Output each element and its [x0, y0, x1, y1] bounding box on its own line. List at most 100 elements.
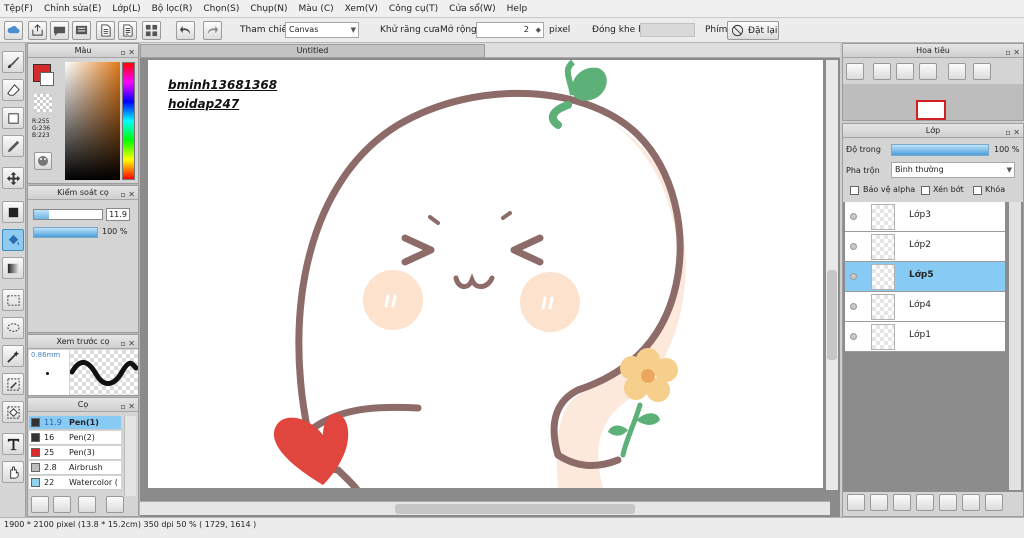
vertical-scrollbar[interactable] — [826, 60, 838, 490]
fill-rect-tool-icon[interactable] — [2, 201, 24, 223]
pen-tool-icon[interactable] — [2, 135, 24, 157]
menu-filter[interactable]: Bộ lọc(R) — [152, 4, 193, 14]
zoom-fit-icon[interactable] — [846, 63, 864, 80]
layer-opacity-slider[interactable] — [891, 144, 989, 156]
document-icon[interactable] — [96, 21, 115, 40]
delete-layer-icon[interactable] — [985, 494, 1003, 511]
hand-tool-icon[interactable] — [2, 461, 24, 483]
rect-select-tool-icon[interactable] — [2, 289, 24, 311]
zoom-out-icon[interactable] — [919, 63, 937, 80]
brush-size-slider[interactable] — [33, 209, 103, 220]
menu-bar: Tệp(F) Chỉnh sửa(E) Lớp(L) Bộ lọc(R) Chọ… — [0, 0, 1024, 18]
new-brush-icon[interactable] — [53, 496, 71, 513]
layer-row[interactable]: Lớp3 — [845, 202, 1005, 232]
saturation-value-picker[interactable] — [65, 62, 120, 180]
eraser-tool-icon[interactable] — [2, 79, 24, 101]
move-tool-icon[interactable] — [2, 167, 24, 189]
zoom-in-icon[interactable] — [873, 63, 891, 80]
palette-icon[interactable] — [34, 152, 52, 170]
flip-icon[interactable] — [973, 63, 991, 80]
document-tab[interactable]: Untitled — [140, 44, 485, 58]
layer-opacity-value: 100 % — [994, 145, 1020, 154]
hue-slider[interactable] — [122, 62, 135, 180]
speech-bubble-icon[interactable] — [50, 21, 69, 40]
reference-select[interactable]: Canvas ▼ — [285, 22, 359, 38]
brush-settings-icon[interactable] — [31, 496, 49, 513]
cloud-icon[interactable] — [4, 21, 23, 40]
expand-input[interactable]: 2 ◆ — [476, 22, 544, 38]
brush-opacity-value: 100 % — [102, 227, 128, 236]
copy-layer-icon[interactable] — [962, 494, 980, 511]
protect-alpha-checkbox[interactable] — [850, 186, 859, 195]
antialias-label: Khử răng cưa — [380, 25, 440, 35]
actual-size-icon[interactable] — [896, 63, 914, 80]
rotate-icon[interactable] — [948, 63, 966, 80]
brush-list-title: Cọ ▫ ✕ — [28, 398, 138, 412]
status-bar: 1900 * 2100 pixel (13.8 * 15.2cm) 350 dp… — [0, 517, 1024, 538]
new-vector-layer-icon[interactable] — [870, 494, 888, 511]
brush-tool-icon[interactable] — [2, 51, 24, 73]
transparent-swatch[interactable] — [34, 94, 52, 112]
magic-wand-tool-icon[interactable] — [2, 345, 24, 367]
comment-icon[interactable] — [72, 21, 91, 40]
menu-window[interactable]: Cửa sổ(W) — [449, 4, 495, 14]
menu-file[interactable]: Tệp(F) — [4, 4, 33, 14]
new-layer-icon[interactable] — [847, 494, 865, 511]
layer-list-scrollbar[interactable] — [1009, 202, 1021, 490]
brush-item[interactable]: 22 Watercolor ( — [29, 476, 121, 490]
layer-row[interactable]: Lớp1 — [845, 322, 1005, 352]
lock-checkbox[interactable] — [973, 186, 982, 195]
lasso-tool-icon[interactable] — [2, 317, 24, 339]
menu-select[interactable]: Chọn(S) — [203, 4, 239, 14]
clip-checkbox[interactable] — [921, 186, 930, 195]
eye-icon — [850, 273, 857, 280]
brush-delete-icon[interactable] — [106, 496, 124, 513]
layer-row[interactable]: Lớp2 — [845, 232, 1005, 262]
share-icon[interactable] — [28, 21, 47, 40]
drawing-canvas[interactable]: bminh13681368 hoidap247 — [148, 60, 823, 488]
horizontal-scrollbar[interactable] — [140, 501, 830, 515]
brush-menu-icon[interactable] — [78, 496, 96, 513]
blend-mode-select[interactable]: Bình thường ▼ — [891, 162, 1015, 178]
brush-preview-panel: Xem trước cọ ▫ ✕ 0.86mm — [27, 334, 139, 396]
select-pen-tool-icon[interactable] — [2, 373, 24, 395]
layer-thumbnail — [871, 264, 895, 290]
brush-item[interactable]: 25 Pen(3) — [29, 446, 121, 460]
menu-capture[interactable]: Chụp(N) — [250, 4, 287, 14]
menu-help[interactable]: Help — [507, 4, 528, 14]
reset-button[interactable]: Đặt lại — [727, 21, 779, 40]
menu-edit[interactable]: Chỉnh sửa(E) — [44, 4, 101, 14]
layer-row[interactable]: Lớp4 — [845, 292, 1005, 322]
layer-mask-icon[interactable] — [916, 494, 934, 511]
menu-color[interactable]: Màu (C) — [299, 4, 334, 14]
gap-slider[interactable] — [640, 23, 695, 37]
navigator-title: Hoa tiêu ▫ ✕ — [843, 44, 1023, 58]
secondary-color-swatch[interactable] — [40, 72, 54, 86]
bucket-tool-icon[interactable] — [2, 229, 24, 251]
color-panel: Màu ▫ ✕ R:255 G:236 B:223 — [27, 43, 139, 184]
brush-preview-title: Xem trước cọ ▫ ✕ — [28, 335, 138, 349]
brush-list-scrollbar[interactable] — [124, 416, 136, 496]
brush-size-value[interactable]: 11.9 — [106, 208, 130, 221]
redo-icon[interactable] — [203, 21, 222, 40]
select-eraser-tool-icon[interactable] — [2, 401, 24, 423]
grid-icon[interactable] — [142, 21, 161, 40]
brush-item[interactable]: 11.9 Pen(1) — [29, 416, 121, 430]
rectangle-tool-icon[interactable] — [2, 107, 24, 129]
menu-view[interactable]: Xem(V) — [345, 4, 378, 14]
menu-layer[interactable]: Lớp(L) — [112, 4, 140, 14]
text-tool-icon[interactable] — [2, 433, 24, 455]
new-halftone-layer-icon[interactable] — [893, 494, 911, 511]
layer-row-selected[interactable]: Lớp5 — [845, 262, 1005, 292]
brush-item[interactable]: 2.8 Airbrush — [29, 461, 121, 475]
new-folder-icon[interactable] — [939, 494, 957, 511]
navigator-preview[interactable] — [843, 84, 1023, 120]
brush-item[interactable]: 16 Pen(2) — [29, 431, 121, 445]
no-entry-icon — [731, 24, 744, 37]
document-lines-icon[interactable] — [118, 21, 137, 40]
gradient-tool-icon[interactable] — [2, 257, 24, 279]
brush-opacity-slider[interactable] — [33, 227, 98, 238]
menu-tools[interactable]: Công cụ(T) — [389, 4, 438, 14]
navigator-panel: Hoa tiêu ▫ ✕ — [842, 43, 1024, 121]
undo-icon[interactable] — [176, 21, 195, 40]
